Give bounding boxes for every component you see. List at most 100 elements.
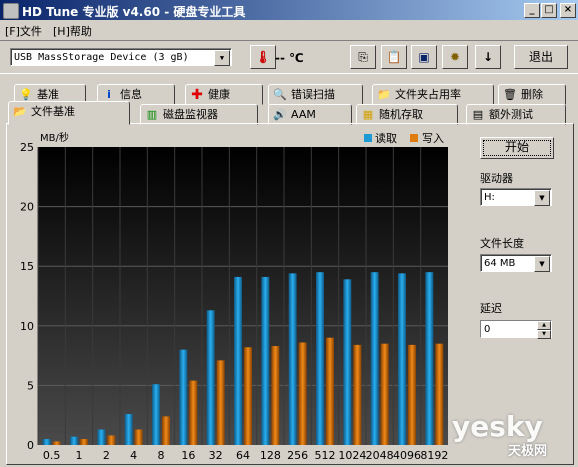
start-button[interactable]: 开始 xyxy=(480,137,554,159)
legend-swatch-read xyxy=(364,134,372,142)
tab-file-benchmark[interactable]: 📂 文件基准 xyxy=(8,101,130,125)
floppy-disk-icon: ▣ xyxy=(418,50,430,64)
delay-spinner[interactable]: 0 ▲ ▼ xyxy=(480,320,552,339)
temperature-readout: -- ℃ xyxy=(275,51,304,65)
clipboard-icon: 📋 xyxy=(386,50,402,64)
tab-erase[interactable]: 🗑 删除 xyxy=(498,84,566,105)
minimize-button[interactable]: _ xyxy=(524,3,540,18)
title-bar: HD Tune 专业版 v4.60 - 硬盘专业工具 _ □ × xyxy=(0,0,578,20)
download-button[interactable]: ↓ xyxy=(475,45,501,69)
tab-extra-tests[interactable]: ▤ 额外测试 xyxy=(466,104,566,125)
health-cross-icon: ✚ xyxy=(191,87,203,103)
file-length-label: 文件长度 xyxy=(480,237,524,250)
x-tick-label: 1024 xyxy=(338,449,366,462)
x-tick-label: 128 xyxy=(260,449,281,462)
x-tick-label: 4096 xyxy=(393,449,421,462)
benchmark-chart: MB/秒 读取 写入 0 5 10 15 20 25 0.5 1 2 4 8 16 32 64 128 25… xyxy=(12,127,472,464)
tab-label: 删除 xyxy=(521,88,543,101)
x-tick-labels: 0.5 1 2 4 8 16 32 64 128 256 512 1024 2048 4096 8192 xyxy=(43,449,448,462)
tab-label: AAM xyxy=(291,108,316,121)
bar-write xyxy=(380,343,389,445)
tab-label: 信息 xyxy=(120,88,142,101)
y-axis-label: MB/秒 xyxy=(40,131,69,144)
bar-read xyxy=(152,384,160,445)
file-length-select[interactable]: 64 MB ▼ xyxy=(480,254,552,272)
x-tick-label: 1 xyxy=(76,449,83,462)
x-tick-label: 32 xyxy=(209,449,223,462)
bar-write xyxy=(162,416,170,445)
bar-write xyxy=(134,429,143,445)
file-length-value: 64 MB xyxy=(484,258,516,269)
tab-disk-monitor[interactable]: ▥ 磁盘监视器 xyxy=(140,104,258,125)
legend-write: 写入 xyxy=(422,132,444,145)
spin-down-icon[interactable]: ▼ xyxy=(537,330,551,339)
bar-write xyxy=(326,337,334,445)
tab-label: 健康 xyxy=(208,88,230,101)
y-tick-label: 0 xyxy=(27,439,34,452)
drive-label: 驱动器 xyxy=(480,172,513,185)
info-icon: i xyxy=(107,88,111,101)
file-benchmark-icon: 📂 xyxy=(13,105,27,118)
bar-read xyxy=(370,272,379,445)
delay-value: 0 xyxy=(484,324,491,335)
copy-text-button[interactable]: ⎘ xyxy=(350,45,376,69)
gear-icon: ✹ xyxy=(449,50,461,64)
x-tick-label: 2 xyxy=(103,449,110,462)
tab-health[interactable]: ✚ 健康 xyxy=(185,84,263,105)
tab-label: 文件基准 xyxy=(31,105,75,118)
bar-write xyxy=(52,441,61,445)
window-title: HD Tune 专业版 v4.60 - 硬盘专业工具 xyxy=(22,5,246,19)
bar-read xyxy=(261,276,270,445)
drive-select-value: USB MassStorage Device (3 gB) xyxy=(14,52,189,63)
x-tick-label: 2048 xyxy=(366,449,394,462)
bar-read xyxy=(70,436,78,445)
maximize-button[interactable]: □ xyxy=(541,3,557,18)
legend-read: 读取 xyxy=(375,131,397,145)
bar-write xyxy=(408,344,416,445)
bar-read xyxy=(316,272,324,445)
y-tick-label: 15 xyxy=(20,260,34,273)
close-button[interactable]: × xyxy=(560,3,576,18)
tab-random-access[interactable]: ▦ 随机存取 xyxy=(356,104,458,125)
drive-letter-select[interactable]: H: ▼ xyxy=(480,188,552,206)
copy-screenshot-button[interactable]: 📋 xyxy=(381,45,407,69)
tab-folder-usage[interactable]: 📁 文件夹占用率 xyxy=(372,84,494,105)
chevron-down-icon[interactable]: ▼ xyxy=(214,50,230,66)
legend-swatch-write xyxy=(410,134,418,142)
menu-help[interactable]: [H]帮助 xyxy=(53,23,92,39)
folder-icon: 📁 xyxy=(377,88,391,101)
bar-write xyxy=(244,347,252,445)
bar-write xyxy=(271,346,280,445)
exit-button[interactable]: 退出 xyxy=(514,45,568,69)
thermometer-icon: 🌡 xyxy=(250,45,276,69)
extra-tests-icon: ▤ xyxy=(472,108,484,121)
bar-read xyxy=(398,273,406,445)
options-button[interactable]: ✹ xyxy=(442,45,468,69)
drive-letter-value: H: xyxy=(484,192,495,203)
x-tick-label: 16 xyxy=(181,449,195,462)
bar-write xyxy=(298,342,307,445)
chevron-down-icon[interactable]: ▼ xyxy=(534,190,550,206)
menu-bar: [F]文件 [H]帮助 xyxy=(0,21,578,38)
magnifier-icon: 🔍 xyxy=(273,88,287,101)
bar-write xyxy=(80,439,88,445)
chevron-down-icon[interactable]: ▼ xyxy=(534,256,550,272)
x-tick-label: 64 xyxy=(236,449,250,462)
save-button[interactable]: ▣ xyxy=(411,45,437,69)
bar-write xyxy=(216,360,225,445)
y-tick-label: 25 xyxy=(20,141,34,154)
tab-error-scan[interactable]: 🔍 错误扫描 xyxy=(268,84,363,105)
tab-aam[interactable]: 🔊 AAM xyxy=(268,104,352,125)
y-tick-label: 20 xyxy=(20,201,34,214)
bar-read xyxy=(343,279,352,445)
spin-up-icon[interactable]: ▲ xyxy=(537,321,551,330)
watermark-logo: yesky xyxy=(452,410,543,443)
tab-label: 文件夹占用率 xyxy=(395,88,461,101)
x-tick-label: 256 xyxy=(287,449,308,462)
y-tick-label: 5 xyxy=(27,379,34,392)
drive-select[interactable]: USB MassStorage Device (3 gB) ▼ xyxy=(10,48,232,66)
random-access-icon: ▦ xyxy=(362,108,374,121)
tab-label: 随机存取 xyxy=(379,108,423,121)
x-tick-label: 512 xyxy=(315,449,336,462)
menu-file[interactable]: [F]文件 xyxy=(5,23,42,39)
